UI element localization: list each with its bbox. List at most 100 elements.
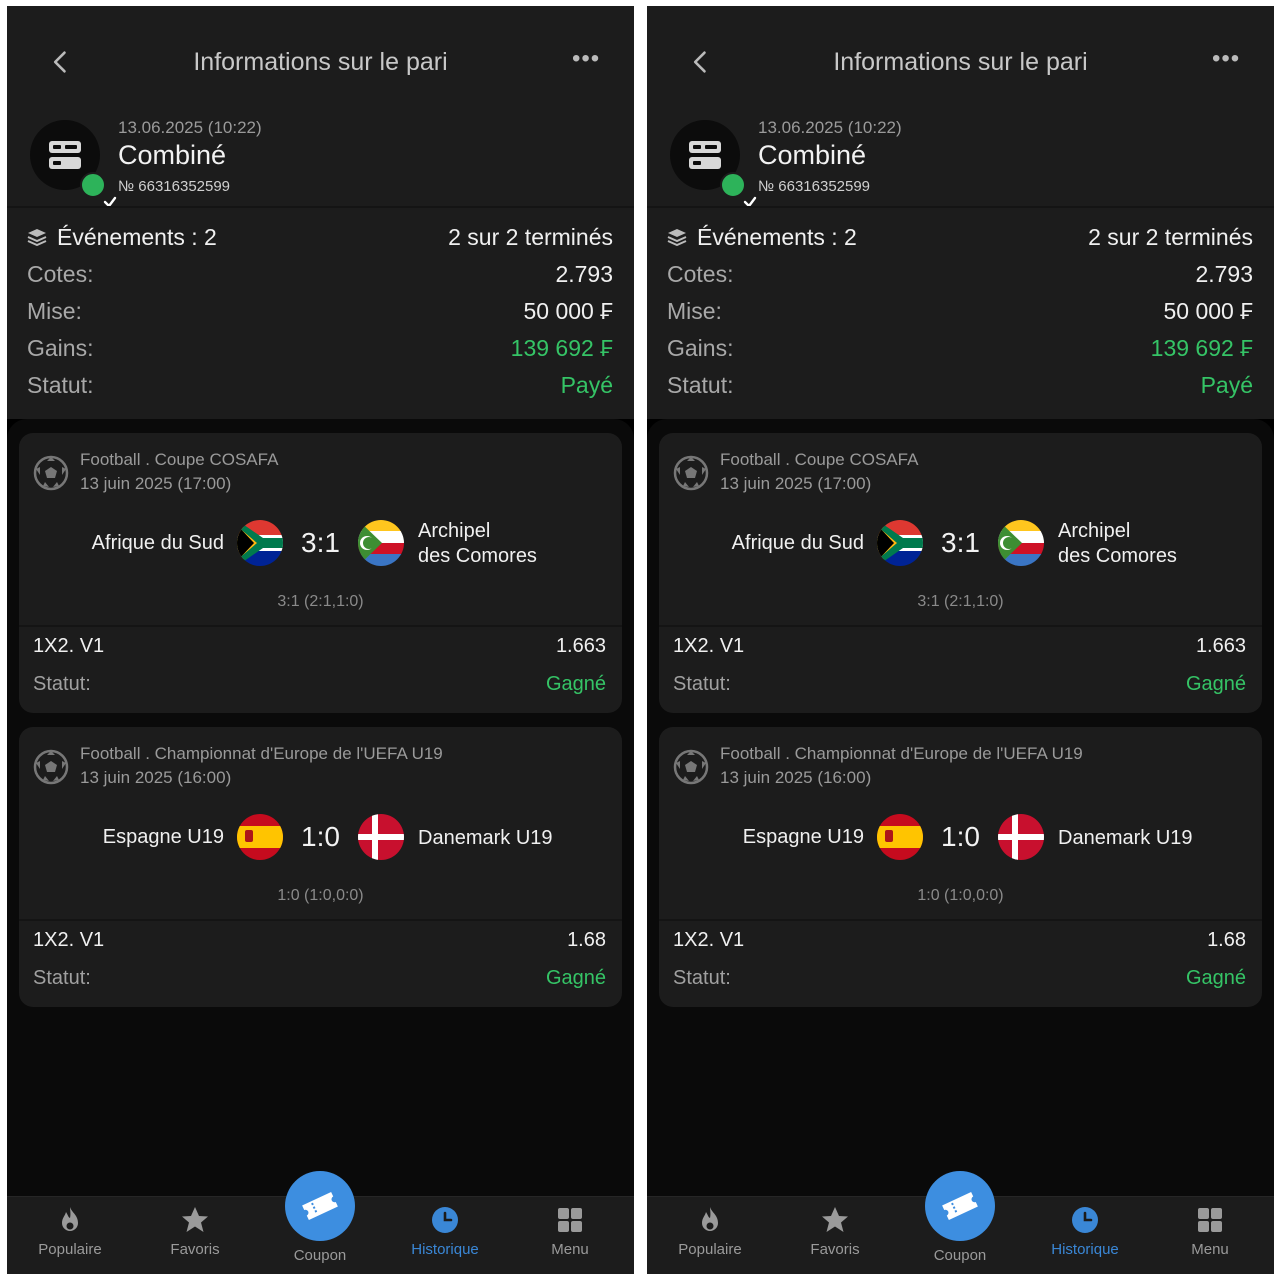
stake-value: 50 000 ₣ — [523, 298, 613, 324]
score-detail: 3:1 (2:1,1:0) — [917, 593, 1004, 610]
events-label: Événements : 2 — [27, 224, 217, 251]
status-row: Statut: Payé — [27, 372, 613, 409]
event-card[interactable]: Football . Championnat d'Europe de l'UEF… — [659, 727, 1262, 1007]
layers-icon — [27, 229, 47, 246]
more-options-button[interactable]: ••• — [572, 47, 600, 76]
tab-history[interactable]: Historique — [1030, 1205, 1140, 1258]
event-league: Football . Championnat d'Europe de l'UEF… — [720, 744, 1083, 763]
odds-label: Cotes: — [667, 261, 734, 287]
event-league: Football . Coupe COSAFA — [720, 450, 919, 469]
team-away: Archipel des Comores — [418, 519, 537, 569]
tab-popular[interactable]: Populaire — [15, 1205, 125, 1258]
tab-popular-label: Populaire — [38, 1241, 102, 1258]
combo-ticket-icon — [689, 141, 721, 169]
tab-menu[interactable]: Menu — [515, 1205, 625, 1258]
team-away-line1: Archipel — [418, 520, 491, 542]
tab-favorites-label: Favoris — [170, 1241, 220, 1258]
card-divider — [19, 919, 622, 921]
team-away: Danemark U19 — [418, 827, 553, 849]
score-detail: 1:0 (1:0,0:0) — [277, 887, 364, 904]
odds-label: Cotes: — [27, 261, 94, 287]
market-odd: 1.663 — [1195, 635, 1246, 657]
market-odd: 1.663 — [555, 635, 606, 657]
events-finished: 2 sur 2 terminés — [448, 224, 613, 250]
tab-favorites-label: Favoris — [810, 1241, 860, 1258]
status-value: Payé — [560, 372, 613, 398]
coupon-button[interactable] — [925, 1171, 995, 1241]
denmark-flag-icon — [358, 814, 404, 860]
bet-type: Combiné — [758, 140, 867, 170]
tab-history[interactable]: Historique — [390, 1205, 500, 1258]
event-date: 13 juin 2025 (17:00) — [720, 474, 872, 493]
card-divider — [19, 625, 622, 627]
event-card[interactable]: Football . Coupe COSAFA 13 juin 2025 (17… — [659, 433, 1262, 713]
bet-type: Combiné — [118, 140, 227, 170]
event-status-value: Gagné — [545, 967, 606, 989]
bet-number: № 66316352599 — [758, 178, 871, 195]
bottom-tab-bar: Populaire Favoris Coupon Historique Menu — [7, 1171, 634, 1274]
more-options-button[interactable]: ••• — [1212, 47, 1240, 76]
winnings-label: Gains: — [27, 335, 94, 361]
score-detail: 1:0 (1:0,0:0) — [917, 887, 1004, 904]
bet-header: 13.06.2025 (10:22) Combiné № 66316352599 — [30, 116, 634, 208]
events-finished: 2 sur 2 terminés — [1088, 224, 1253, 250]
bet-number: № 66316352599 — [118, 178, 231, 195]
bet-date: 13.06.2025 (10:22) — [118, 118, 262, 137]
bet-details: Événements : 2 2 sur 2 terminés Cotes: 2… — [667, 224, 1253, 409]
odds-row: Cotes: 2.793 — [667, 261, 1253, 298]
star-icon — [822, 1207, 848, 1232]
bet-type-avatar — [30, 120, 117, 208]
stake-row: Mise: 50 000 ₣ — [27, 298, 613, 335]
events-list: Football . Coupe COSAFA 13 juin 2025 (17… — [7, 419, 634, 1219]
clock-icon — [432, 1207, 458, 1233]
comoros-flag-icon — [998, 520, 1044, 566]
team-away-line1: Archipel — [1058, 520, 1131, 542]
stake-row: Mise: 50 000 ₣ — [667, 298, 1253, 335]
tab-favorites[interactable]: Favoris — [780, 1205, 890, 1258]
nav-bar: Informations sur le pari ••• — [7, 36, 634, 92]
event-card[interactable]: Football . Championnat d'Europe de l'UEF… — [19, 727, 622, 1007]
stake-label: Mise: — [27, 298, 82, 324]
ticket-icon — [302, 1191, 338, 1221]
odds-value: 2.793 — [1195, 261, 1253, 287]
status-label: Statut: — [667, 372, 734, 398]
market-odd: 1.68 — [567, 929, 606, 951]
phone-screen-left: Informations sur le pari ••• 13.06.2025 … — [7, 6, 634, 1274]
market-odd: 1.68 — [1207, 929, 1246, 951]
football-icon — [673, 455, 709, 491]
tab-menu-label: Menu — [551, 1241, 589, 1258]
event-league: Football . Championnat d'Europe de l'UEF… — [80, 744, 443, 763]
team-away-line2: des Comores — [1058, 545, 1177, 567]
tab-menu[interactable]: Menu — [1155, 1205, 1265, 1258]
fire-icon — [62, 1207, 78, 1231]
page-title: Informations sur le pari — [833, 48, 1088, 76]
tab-popular[interactable]: Populaire — [655, 1205, 765, 1258]
tab-favorites[interactable]: Favoris — [140, 1205, 250, 1258]
tab-menu-label: Menu — [1191, 1241, 1229, 1258]
winnings-row: Gains: 139 692 ₣ — [27, 335, 613, 372]
check-icon — [720, 172, 757, 208]
odds-value: 2.793 — [555, 261, 613, 287]
team-away: Danemark U19 — [1058, 827, 1193, 849]
bet-date: 13.06.2025 (10:22) — [758, 118, 902, 137]
star-icon — [182, 1207, 208, 1232]
bottom-tab-bar: Populaire Favoris Coupon Historique Menu — [647, 1171, 1274, 1274]
market-name: 1X2. V1 — [673, 929, 745, 951]
tab-history-label: Historique — [411, 1241, 479, 1258]
status-row: Statut: Payé — [667, 372, 1253, 409]
card-divider — [659, 625, 1262, 627]
events-label: Événements : 2 — [667, 224, 857, 251]
event-status-value: Gagné — [545, 673, 606, 695]
fire-icon — [702, 1207, 718, 1231]
events-list: Football . Coupe COSAFA 13 juin 2025 (17… — [647, 419, 1274, 1219]
event-card[interactable]: Football . Coupe COSAFA 13 juin 2025 (17… — [19, 433, 622, 713]
event-status-label: Statut: — [33, 967, 91, 989]
events-count: Événements : 2 — [697, 224, 857, 250]
tab-history-label: Historique — [1051, 1241, 1119, 1258]
divider — [7, 206, 634, 208]
football-icon — [33, 455, 69, 491]
stake-label: Mise: — [667, 298, 722, 324]
status-label: Statut: — [27, 372, 94, 398]
coupon-button[interactable] — [285, 1171, 355, 1241]
score-detail: 3:1 (2:1,1:0) — [277, 593, 364, 610]
